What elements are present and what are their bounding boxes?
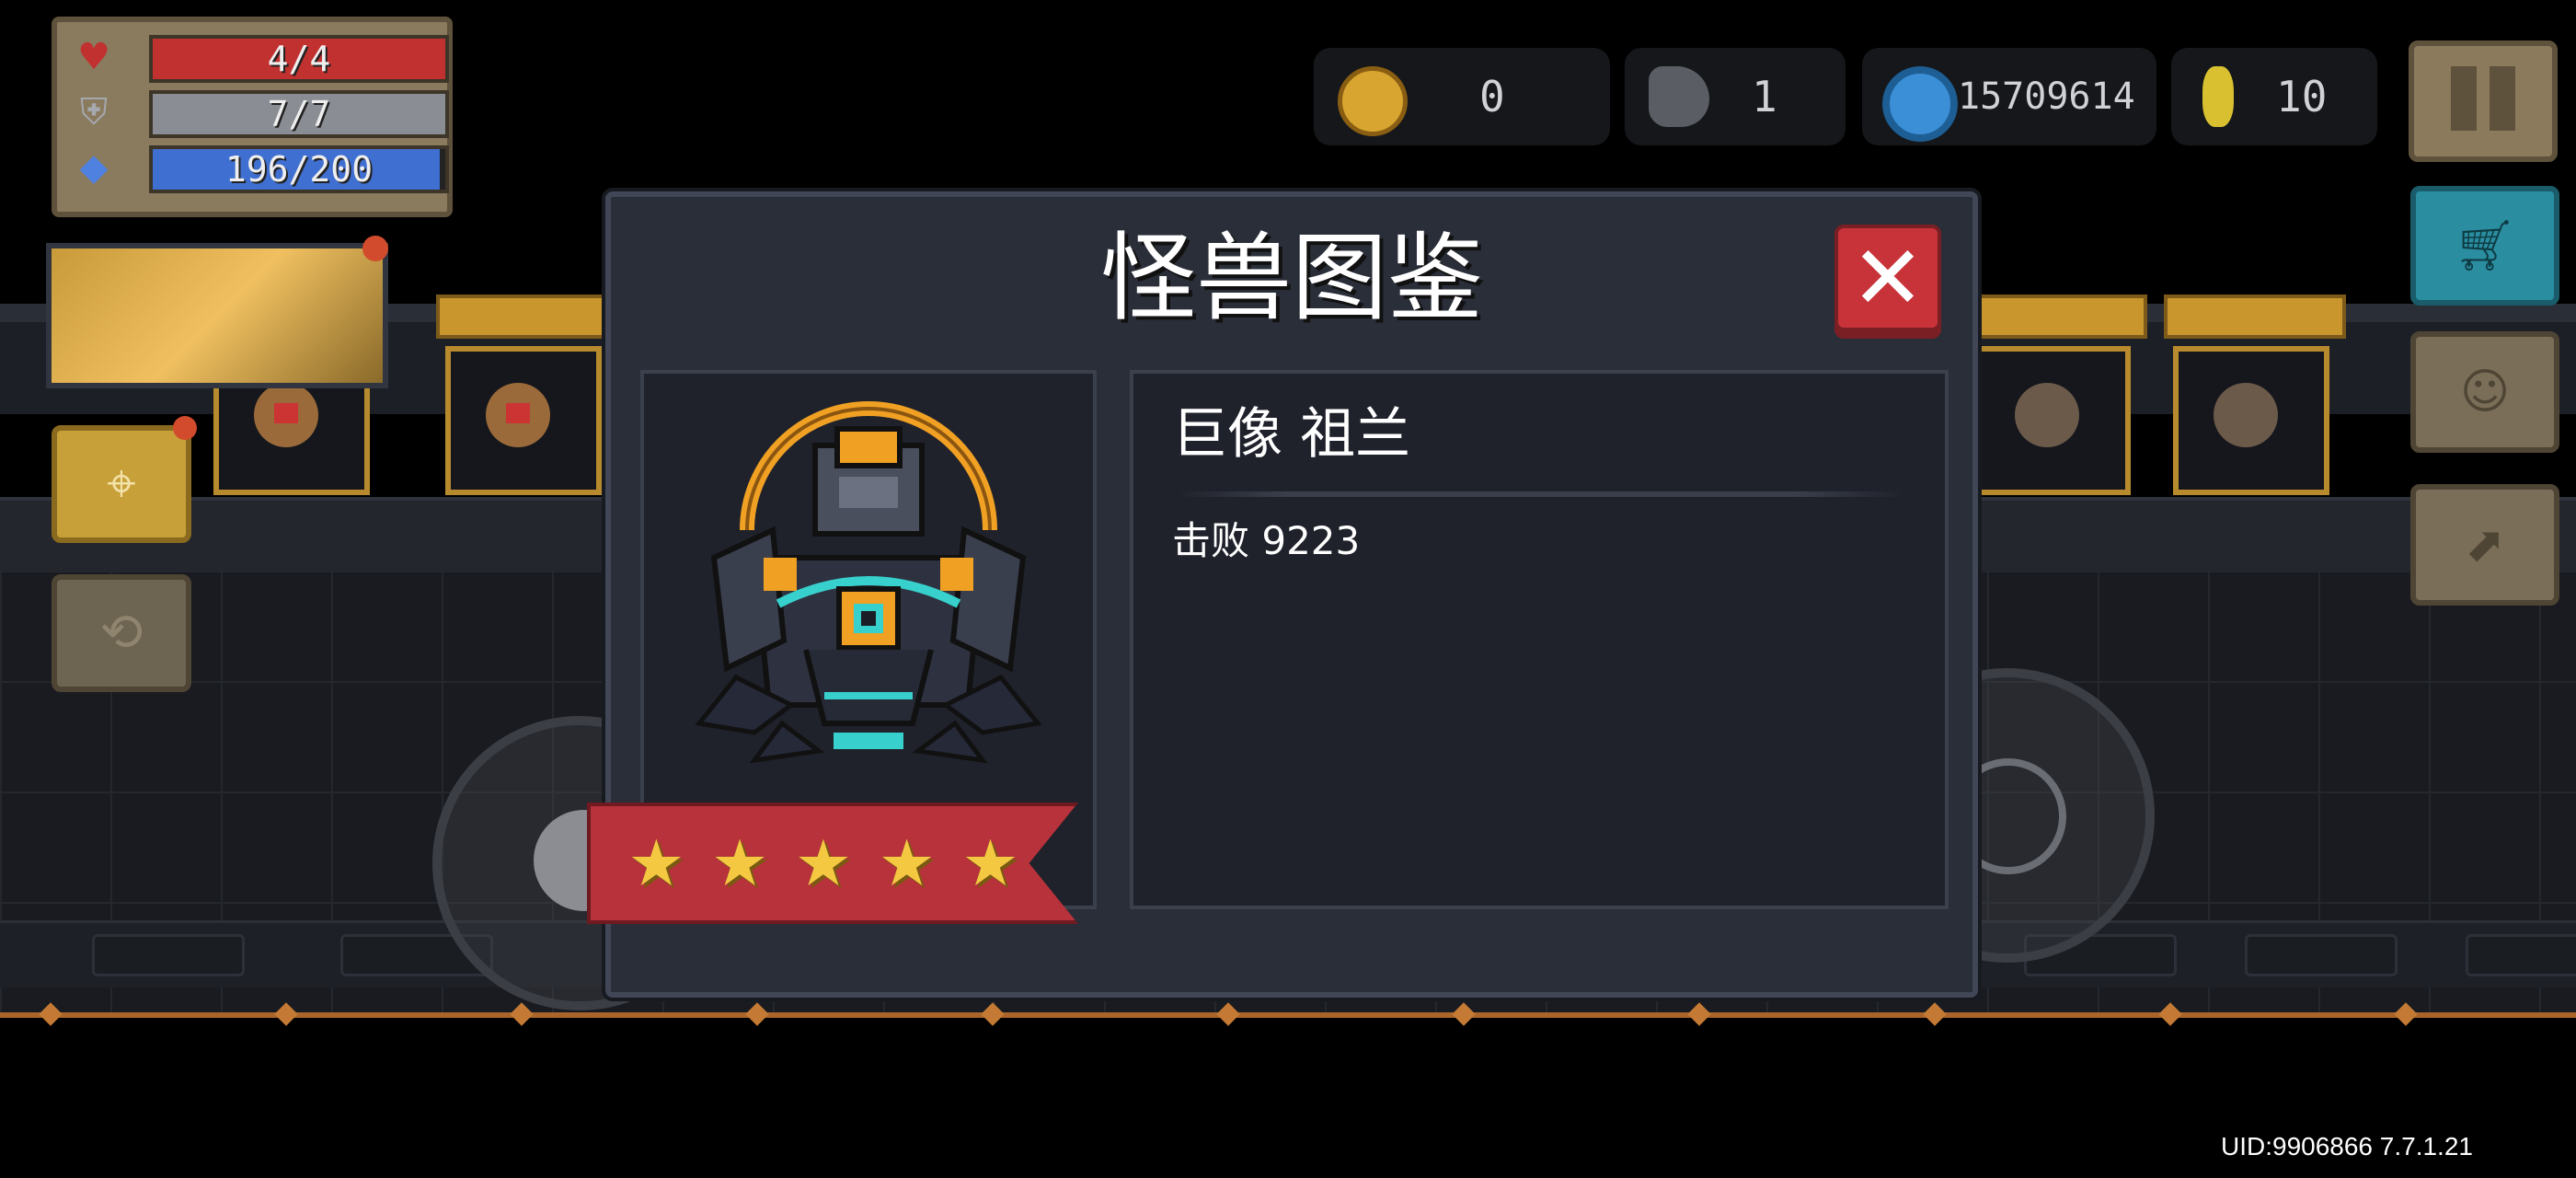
monster-name: 巨像 祖兰: [1172, 402, 1411, 467]
armor-bar: 7/7: [149, 90, 449, 138]
pause-button[interactable]: [2409, 40, 2558, 162]
currency-pill: 10: [2171, 48, 2377, 145]
monster-pedestal: [2164, 294, 2346, 495]
health-bar: 4/4: [149, 35, 449, 83]
close-button[interactable]: ✕: [1834, 225, 1941, 331]
swap-button[interactable]: ⟲: [52, 574, 191, 692]
currency-value: 15709614: [1958, 75, 2135, 118]
floor-rail: [0, 1012, 2576, 1018]
map-pin-icon: ⌖: [107, 454, 136, 514]
star-icon: ★: [961, 826, 1019, 901]
event-banner-thumbnail[interactable]: [46, 243, 388, 388]
monster-figure: [2214, 383, 2278, 447]
currency-value: 1: [1752, 72, 1777, 121]
uid-version-label: UID:9906866 7.7.1.21: [2221, 1132, 2473, 1161]
monster-pedestal: [1965, 294, 2147, 495]
gold-coin-icon: [2202, 66, 2234, 127]
armor-row: ⛨ 7/7: [74, 87, 449, 138]
monster-info-panel: 巨像 祖兰 击败 9223: [1130, 370, 1949, 909]
gold-crown-coin-icon: [1338, 66, 1408, 136]
notification-dot: [362, 236, 388, 261]
currency-pill: 1: [1625, 48, 1846, 145]
heart-icon: ♥: [77, 36, 110, 78]
pause-icon: [2490, 66, 2515, 131]
floor-tile: [2245, 934, 2398, 976]
currency-pill: 15709614: [1862, 48, 2156, 145]
kill-count: 击败 9223: [1172, 518, 1361, 563]
social-button[interactable]: ☺: [2410, 331, 2559, 453]
cart-icon: 🛒︎: [2453, 216, 2517, 274]
user-chat-icon: ☺: [2459, 364, 2511, 420]
health-value: 4/4: [267, 39, 331, 79]
star-rating-ribbon: ★ ★ ★ ★ ★: [587, 803, 1078, 924]
armor-value: 7/7: [267, 94, 331, 134]
exit-button[interactable]: ⬈: [2410, 484, 2559, 606]
star-icon: ★: [878, 826, 937, 901]
currency-value: 0: [1479, 72, 1505, 121]
currency-value: 10: [2276, 72, 2328, 121]
health-row: ♥ 4/4: [74, 31, 449, 83]
star-icon: ★: [710, 826, 769, 901]
divider: [1178, 491, 1903, 497]
dialog-title: 怪兽图鉴: [1099, 222, 1483, 334]
pause-icon: [2451, 66, 2477, 131]
monster-figure: [486, 383, 550, 447]
energy-value: 196/200: [224, 149, 374, 190]
close-icon: ✕: [1850, 226, 1926, 329]
blue-gem-icon: [1882, 66, 1958, 142]
monster-pedestal: [436, 294, 618, 495]
notification-dot: [173, 416, 197, 440]
location-button[interactable]: ⌖: [52, 425, 191, 543]
star-icon: ★: [794, 826, 853, 901]
star-icon: ★: [627, 826, 685, 901]
energy-row: ◆ 196/200: [74, 142, 449, 193]
stairs-icon: ⬈: [2465, 517, 2505, 572]
energy-bar: 196/200: [149, 145, 449, 193]
fish-icon: [1649, 66, 1709, 127]
player-stats-panel: ♥ 4/4 ⛨ 7/7 ◆ 196/200: [52, 17, 453, 217]
star-rating: ★ ★ ★ ★ ★: [627, 806, 1019, 920]
currency-pill: 0: [1314, 48, 1610, 145]
refresh-icon: ⟲: [99, 603, 144, 663]
floor-tile: [2466, 934, 2576, 976]
bottom-area: [0, 1040, 2576, 1178]
diamond-icon: ◆: [79, 146, 109, 189]
shop-button[interactable]: 🛒︎: [2410, 186, 2559, 306]
monster-figure: [2015, 383, 2079, 447]
shield-icon: ⛨: [80, 91, 108, 133]
monster-figure: [254, 383, 318, 447]
bestiary-dialog: 怪兽图鉴 ✕ 巨像 祖兰 击败 9223 ★ ★ ★ ★ ★: [587, 191, 1978, 998]
floor-tile: [92, 934, 245, 976]
